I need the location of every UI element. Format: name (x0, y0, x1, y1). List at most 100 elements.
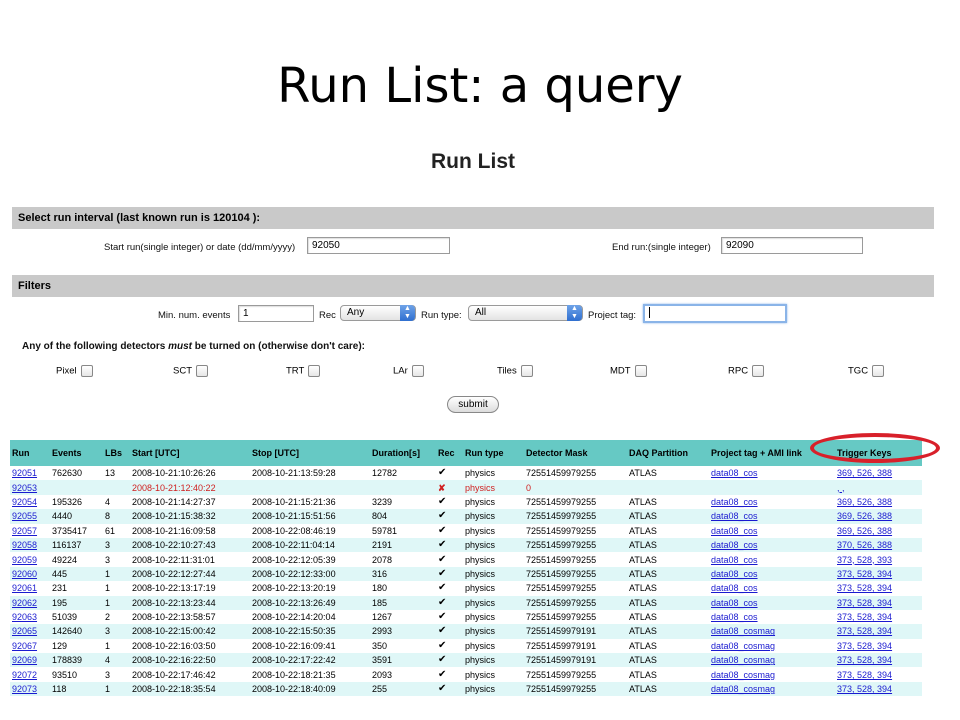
run-link[interactable]: 92061 (12, 583, 37, 593)
ami-link[interactable]: data08_cosmag (711, 684, 775, 694)
min-events-input[interactable]: 1 (238, 305, 314, 322)
detector-tgc[interactable]: TGC (848, 365, 885, 377)
ami-link[interactable]: data08_cos (711, 540, 758, 550)
ami-link[interactable]: data08_cos (711, 583, 758, 593)
run-type-select[interactable]: All ▲ ▼ (468, 305, 583, 321)
ami-link[interactable]: data08_cosmag (711, 655, 775, 665)
trigger-keys-link[interactable]: 373, 528, 394 (837, 598, 892, 608)
start-run-label: Start run(single integer) or date (dd/mm… (104, 242, 296, 253)
run-link[interactable]: 92073 (12, 684, 37, 694)
table-cell: 72551459979255 (524, 667, 627, 682)
table-cell: 3591 (370, 653, 436, 668)
trigger-keys-link[interactable]: 373, 528, 394 (837, 684, 892, 694)
rpc-checkbox[interactable] (752, 365, 765, 377)
table-cell (50, 480, 103, 495)
rec-ok-icon: ✔ (436, 667, 463, 682)
ami-link[interactable]: data08_cosmag (711, 641, 775, 651)
ami-link[interactable]: data08_cosmag (711, 626, 775, 636)
run-link[interactable]: 92067 (12, 641, 37, 651)
table-cell: data08_cos (709, 609, 835, 625)
ami-link[interactable]: data08_cos (711, 555, 758, 565)
rec-select[interactable]: Any ▲ ▼ (340, 305, 416, 321)
detector-tiles[interactable]: Tiles (497, 365, 533, 377)
detector-rpc[interactable]: RPC (728, 365, 765, 377)
trigger-keys-link[interactable]: 373, 528, 394 (837, 569, 892, 579)
table-cell: data08_cosmag (709, 624, 835, 639)
run-link[interactable]: 92065 (12, 626, 37, 636)
table-cell: data08_cos (709, 595, 835, 610)
table-cell: 2008-10-22:13:17:19 (130, 581, 250, 596)
table-cell: 373, 528, 394 (835, 566, 922, 582)
run-link[interactable]: 92059 (12, 555, 37, 565)
trigger-keys-link[interactable]: 373, 528, 394 (837, 612, 892, 622)
ami-link[interactable]: data08_cos (711, 598, 758, 608)
trigger-keys-link[interactable]: 373, 528, 394 (837, 670, 892, 680)
trigger-keys-link[interactable]: 369, 526, 388 (837, 497, 892, 507)
trigger-keys-link[interactable]: 369, 526, 388 (837, 526, 892, 536)
table-cell: 92073 (10, 681, 50, 697)
run-link[interactable]: 92063 (12, 612, 37, 622)
ami-link[interactable]: data08_cos (711, 468, 758, 478)
detector-sct[interactable]: SCT (173, 365, 208, 377)
detector-mdt[interactable]: MDT (610, 365, 647, 377)
tiles-checkbox[interactable] (520, 365, 533, 377)
column-header: Events (50, 440, 103, 466)
sct-checkbox[interactable] (196, 365, 208, 377)
table-cell: 2008-10-22:18:35:54 (130, 681, 250, 697)
trigger-keys-link[interactable]: 370, 526, 388 (837, 540, 892, 550)
trigger-keys-link[interactable]: 373, 528, 393 (837, 555, 892, 565)
table-cell: ATLAS (627, 537, 709, 553)
table-cell: ATLAS (627, 624, 709, 639)
start-run-input[interactable]: 92050 (307, 237, 450, 254)
trigger-keys-link[interactable]: , , (837, 483, 845, 493)
detector-trt[interactable]: TRT (286, 365, 321, 377)
ami-link[interactable]: data08_cos (711, 526, 758, 536)
table-cell: 1 (103, 581, 130, 596)
ami-link[interactable]: data08_cosmag (711, 670, 775, 680)
table-cell: physics (463, 480, 524, 495)
table-cell: 2008-10-22:16:22:50 (130, 653, 250, 668)
run-link[interactable]: 92060 (12, 569, 37, 579)
run-link[interactable]: 92057 (12, 526, 37, 536)
trigger-keys-link[interactable]: 373, 528, 394 (837, 641, 892, 651)
detector-lar[interactable]: LAr (393, 365, 424, 377)
table-cell: ATLAS (627, 681, 709, 697)
trigger-keys-link[interactable]: 373, 528, 394 (837, 583, 892, 593)
pixel-checkbox[interactable] (80, 365, 93, 377)
table-cell: 118 (50, 681, 103, 697)
end-run-input[interactable]: 92090 (721, 237, 863, 254)
ami-link[interactable]: data08_cos (711, 497, 758, 507)
run-link[interactable]: 92051 (12, 468, 37, 478)
submit-button[interactable]: submit (447, 396, 499, 413)
table-cell: 93510 (50, 667, 103, 682)
project-tag-input[interactable] (643, 304, 787, 323)
run-link[interactable]: 92069 (12, 655, 37, 665)
trigger-keys-link[interactable]: 369, 526, 388 (837, 468, 892, 478)
table-cell: 373, 528, 394 (835, 667, 922, 682)
table-cell: 2008-10-22:17:22:42 (250, 653, 370, 668)
table-cell: data08_cosmag (709, 667, 835, 682)
detector-pixel[interactable]: Pixel (56, 365, 93, 377)
run-link[interactable]: 92058 (12, 540, 37, 550)
run-link[interactable]: 92072 (12, 670, 37, 680)
run-link[interactable]: 92053 (12, 483, 37, 493)
table-cell: 92065 (10, 624, 50, 639)
detectors-prompt-text: Any of the following detectors (22, 341, 169, 352)
ami-link[interactable]: data08_cos (711, 569, 758, 579)
mdt-checkbox[interactable] (634, 365, 647, 377)
trt-checkbox[interactable] (308, 365, 321, 377)
trigger-keys-link[interactable]: 373, 528, 394 (837, 626, 892, 636)
run-link[interactable]: 92054 (12, 497, 37, 507)
project-tag-label: Project tag: (588, 310, 637, 321)
ami-link[interactable]: data08_cos (711, 511, 758, 521)
trigger-keys-link[interactable]: 369, 526, 388 (837, 511, 892, 521)
tgc-checkbox[interactable] (872, 365, 885, 377)
table-cell: data08_cos (709, 494, 835, 510)
table-cell: 2008-10-22:12:33:00 (250, 566, 370, 582)
run-link[interactable]: 92062 (12, 598, 37, 608)
table-cell: 369, 526, 388 (835, 466, 922, 481)
trigger-keys-link[interactable]: 373, 528, 394 (837, 655, 892, 665)
ami-link[interactable]: data08_cos (711, 612, 758, 622)
lar-checkbox[interactable] (411, 365, 424, 377)
run-link[interactable]: 92055 (12, 511, 37, 521)
